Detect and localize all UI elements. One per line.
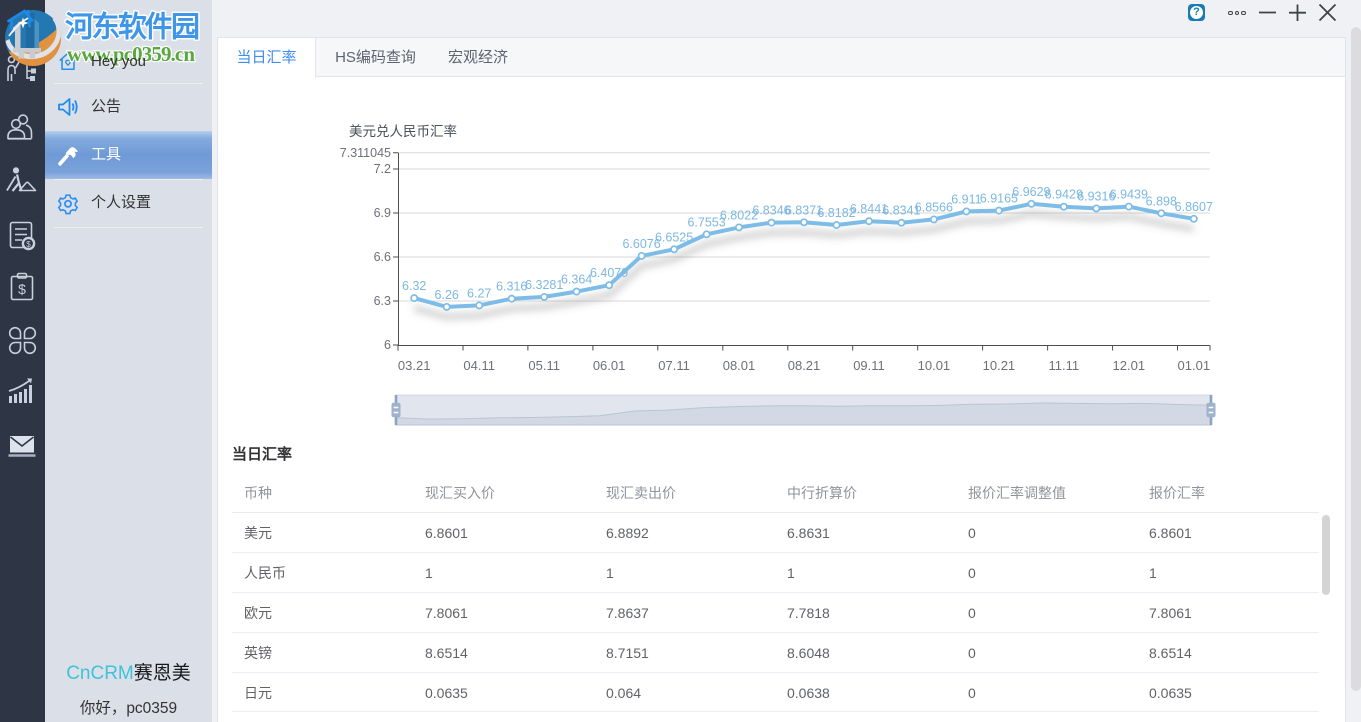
svg-text:6.32: 6.32 bbox=[402, 279, 426, 293]
svg-text:03.21: 03.21 bbox=[398, 358, 431, 373]
svg-text:6.9439: 6.9439 bbox=[1110, 188, 1148, 202]
svg-text:$: $ bbox=[18, 281, 26, 297]
svg-text:08.21: 08.21 bbox=[788, 358, 821, 373]
svg-text:6.9: 6.9 bbox=[374, 206, 391, 220]
svg-text:$: $ bbox=[26, 240, 31, 249]
svg-text:6.8607: 6.8607 bbox=[1175, 200, 1213, 214]
svg-text:11.11: 11.11 bbox=[1048, 358, 1079, 373]
svg-text:6.6525: 6.6525 bbox=[655, 230, 693, 244]
svg-text:10.21: 10.21 bbox=[983, 358, 1016, 373]
svg-text:09.11: 09.11 bbox=[853, 358, 885, 373]
svg-text:6.3: 6.3 bbox=[374, 294, 391, 308]
svg-text:6.316: 6.316 bbox=[496, 280, 527, 294]
svg-text:07.11: 07.11 bbox=[658, 358, 690, 373]
svg-text:6.6: 6.6 bbox=[374, 250, 391, 264]
svg-text:06.01: 06.01 bbox=[593, 358, 626, 373]
svg-text:6.26: 6.26 bbox=[435, 288, 459, 302]
svg-text:6.364: 6.364 bbox=[561, 273, 592, 287]
svg-text:6.3281: 6.3281 bbox=[525, 278, 563, 292]
svg-text:05.11: 05.11 bbox=[528, 358, 560, 373]
svg-text:6.27: 6.27 bbox=[467, 286, 491, 300]
svg-text:6.4079: 6.4079 bbox=[590, 266, 628, 280]
svg-text:6.911: 6.911 bbox=[951, 192, 981, 206]
svg-text:7.311045: 7.311045 bbox=[340, 146, 391, 160]
svg-text:01.01: 01.01 bbox=[1178, 358, 1211, 373]
svg-text:08.01: 08.01 bbox=[723, 358, 756, 373]
svg-text:6: 6 bbox=[384, 338, 391, 352]
svg-text:12.01: 12.01 bbox=[1113, 358, 1146, 373]
svg-text:美元兑人民币汇率: 美元兑人民币汇率 bbox=[349, 123, 457, 139]
svg-text:6.8566: 6.8566 bbox=[915, 200, 953, 214]
svg-text:04.11: 04.11 bbox=[463, 358, 495, 373]
svg-text:6.898: 6.898 bbox=[1146, 194, 1177, 208]
svg-text:10.01: 10.01 bbox=[918, 358, 951, 373]
svg-text:7.2: 7.2 bbox=[374, 162, 391, 176]
